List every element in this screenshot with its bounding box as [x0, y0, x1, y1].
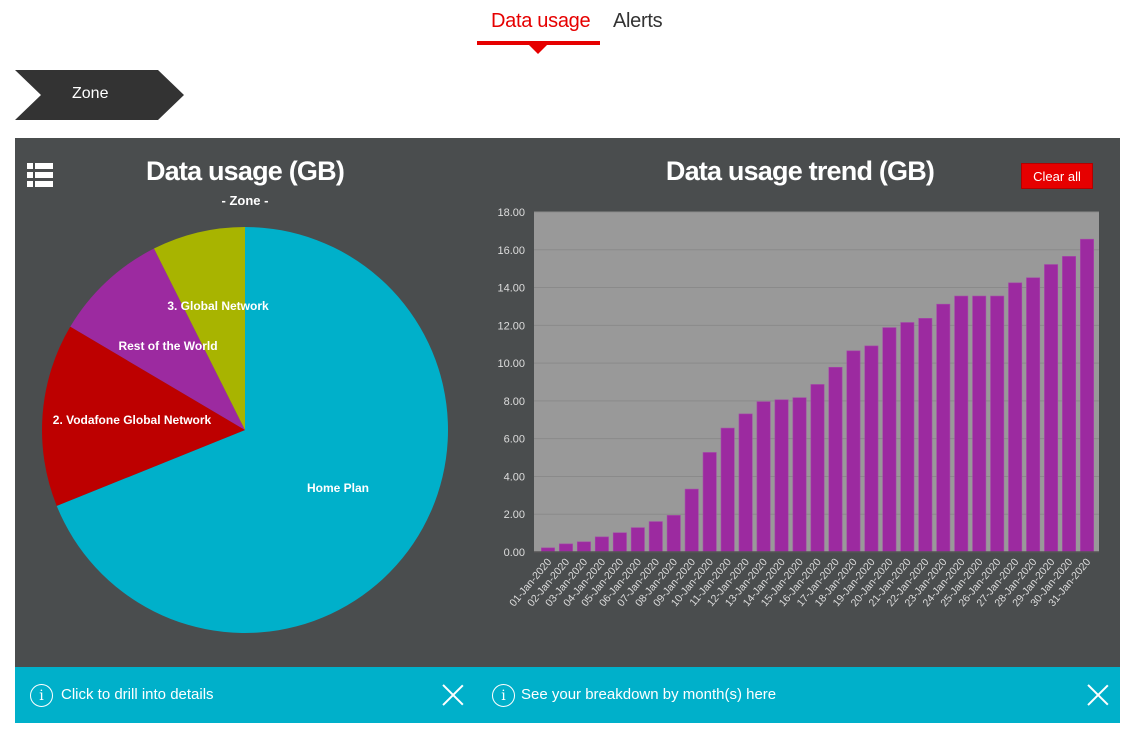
pie-label-2-vodafone-global-network: 2. Vodafone Global Network: [53, 413, 212, 427]
bar-08-Jan-2020[interactable]: [666, 515, 681, 553]
pie-label-home-plan: Home Plan: [307, 481, 369, 495]
pie-chart: Home Plan 2. Vodafone Global Network Rest …: [41, 227, 449, 633]
y-tick-label: 12.00: [497, 320, 525, 332]
info-icon: i: [30, 684, 53, 707]
bar-09-Jan-2020[interactable]: [684, 488, 699, 553]
y-tick-label: 6.00: [504, 434, 525, 446]
bar-21-Jan-2020[interactable]: [900, 322, 915, 553]
y-tick-label: 2.00: [504, 509, 525, 521]
bar-18-Jan-2020[interactable]: [846, 350, 861, 553]
info-bar-breakdown: i See your breakdown by month(s) here: [477, 667, 1120, 723]
y-tick-label: 10.00: [497, 358, 525, 370]
active-tab-caret-icon: [529, 45, 547, 54]
bar-15-Jan-2020[interactable]: [792, 397, 807, 553]
tab-alerts[interactable]: Alerts: [613, 10, 663, 33]
bar-chart-title: Data usage trend (GB): [665, 156, 935, 186]
info-text-breakdown: See your breakdown by month(s) here: [521, 686, 777, 703]
info-text-drill: Click to drill into details: [61, 686, 214, 703]
bar-28-Jan-2020[interactable]: [1026, 277, 1041, 553]
bar-03-Jan-2020[interactable]: [576, 541, 591, 553]
pie-chart-subtitle: - Zone -: [221, 193, 269, 208]
bar-14-Jan-2020[interactable]: [774, 399, 789, 553]
y-tick-label: 8.00: [504, 396, 525, 408]
y-tick-label: 0.00: [504, 547, 525, 559]
bar-19-Jan-2020[interactable]: [864, 345, 879, 553]
bar-13-Jan-2020[interactable]: [756, 401, 771, 553]
bar-16-Jan-2020[interactable]: [810, 384, 825, 553]
bar-12-Jan-2020[interactable]: [738, 413, 753, 553]
bar-31-Jan-2020[interactable]: [1080, 238, 1094, 553]
close-icon[interactable]: [442, 684, 464, 706]
bar-11-Jan-2020[interactable]: [720, 427, 735, 553]
bar-10-Jan-2020[interactable]: [702, 452, 717, 553]
bar-25-Jan-2020[interactable]: [972, 295, 987, 553]
bar-22-Jan-2020[interactable]: [918, 318, 933, 553]
bar-07-Jan-2020[interactable]: [648, 521, 663, 553]
bar-26-Jan-2020[interactable]: [990, 295, 1005, 553]
tab-data-usage[interactable]: Data usage: [491, 10, 591, 33]
bar-27-Jan-2020[interactable]: [1008, 282, 1023, 553]
list-menu-icon[interactable]: [27, 163, 53, 187]
y-tick-label: 16.00: [497, 245, 525, 257]
tab-bar: Data usage Alerts: [0, 0, 1131, 60]
breadcrumb-label: Zone: [72, 85, 109, 102]
y-tick-label: 14.00: [497, 283, 525, 295]
pie-label-3-global-network: 3. Global Network: [167, 299, 269, 313]
bar-06-Jan-2020[interactable]: [630, 527, 645, 553]
pie-chart-title: Data usage (GB): [145, 156, 345, 186]
bar-chart: 0.00 2.00 4.00 6.00 8.00 10.00 12.00 14.00 16.00…: [497, 207, 1099, 609]
bar-20-Jan-2020[interactable]: [882, 327, 897, 553]
bar-29-Jan-2020[interactable]: [1044, 264, 1059, 553]
bar-02-Jan-2020[interactable]: [559, 543, 573, 553]
bar-24-Jan-2020[interactable]: [954, 295, 969, 553]
breadcrumb-zone[interactable]: Zone: [15, 70, 184, 120]
bar-05-Jan-2020[interactable]: [612, 532, 627, 553]
info-bar-drill: i Click to drill into details: [15, 667, 492, 723]
close-icon[interactable]: [1087, 684, 1109, 706]
y-tick-label: 18.00: [497, 207, 525, 219]
bar-17-Jan-2020[interactable]: [828, 366, 843, 553]
pie-label-rest-of-the-world: Rest of the World: [118, 339, 217, 353]
bar-30-Jan-2020[interactable]: [1062, 256, 1076, 553]
y-tick-label: 4.00: [504, 471, 525, 483]
bar-23-Jan-2020[interactable]: [936, 303, 951, 553]
bar-04-Jan-2020[interactable]: [594, 536, 609, 553]
info-icon: i: [492, 684, 515, 707]
clear-all-button[interactable]: Clear all: [1021, 163, 1093, 189]
